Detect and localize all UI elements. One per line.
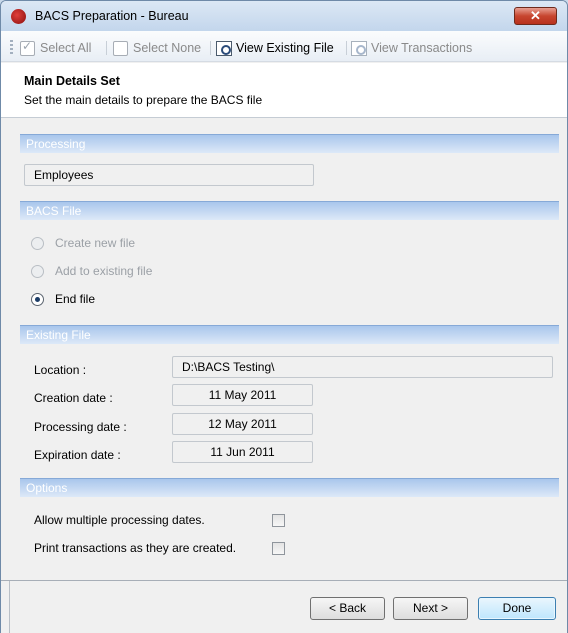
section-options: Options: [20, 478, 559, 497]
document-magnifier-icon: [351, 40, 367, 56]
close-button[interactable]: ✕: [514, 7, 557, 25]
section-bacs-file: BACS File: [20, 201, 559, 220]
location-label: Location :: [34, 363, 87, 377]
header-divider: [1, 117, 567, 118]
view-existing-file-button[interactable]: View Existing File: [216, 40, 334, 56]
creation-date-field: 11 May 2011: [172, 384, 313, 406]
radio-button[interactable]: [31, 236, 44, 250]
toolbar-separator: [346, 41, 347, 55]
select-none-label: Select None: [133, 41, 202, 55]
page-title: Main Details Set: [24, 74, 120, 88]
toolbar-separator: [210, 41, 211, 55]
expiration-date-field: 11 Jun 2011: [172, 441, 313, 463]
location-field: D:\BACS Testing\: [172, 356, 553, 378]
creation-date-label: Creation date :: [34, 391, 113, 405]
page-subtitle: Set the main details to prepare the BACS…: [24, 93, 263, 107]
view-transactions-label: View Transactions: [371, 41, 473, 55]
allow-multiple-dates-label: Allow multiple processing dates.: [34, 513, 205, 527]
processing-field: Employees: [24, 164, 314, 186]
toolbar-separator: [106, 41, 107, 55]
app-icon: [11, 9, 26, 24]
radio-create-new-file[interactable]: Create new file: [31, 235, 135, 251]
back-button[interactable]: < Back: [310, 597, 385, 620]
expiration-date-label: Expiration date :: [34, 448, 121, 462]
page-header: Main Details Set Set the main details to…: [1, 63, 567, 117]
allow-multiple-dates-checkbox[interactable]: [272, 514, 285, 527]
next-button[interactable]: Next >: [393, 597, 468, 620]
view-transactions-button[interactable]: View Transactions: [351, 40, 472, 56]
footer-edge: [9, 581, 10, 633]
radio-label: Add to existing file: [55, 264, 153, 278]
toolbar: ✓ Select All Select None View Existing F…: [1, 31, 567, 62]
print-transactions-label: Print transactions as they are created.: [34, 541, 237, 555]
done-button[interactable]: Done: [478, 597, 556, 620]
close-icon: ✕: [530, 8, 541, 23]
processing-date-field: 12 May 2011: [172, 413, 313, 435]
radio-label: End file: [55, 292, 96, 306]
select-none-button[interactable]: Select None: [113, 40, 201, 56]
select-all-button[interactable]: ✓ Select All: [20, 39, 92, 56]
radio-button-selected[interactable]: [31, 292, 44, 306]
radio-label: Create new file: [55, 236, 136, 250]
radio-end-file[interactable]: End file: [31, 291, 95, 307]
section-processing: Processing: [20, 134, 559, 153]
radio-add-to-existing-file[interactable]: Add to existing file: [31, 263, 152, 279]
print-transactions-checkbox[interactable]: [272, 542, 285, 555]
window-title: BACS Preparation - Bureau: [35, 9, 189, 23]
select-all-label: Select All: [40, 41, 92, 55]
empty-checkbox-icon: [113, 40, 128, 56]
view-existing-file-label: View Existing File: [236, 41, 334, 55]
processing-date-label: Processing date :: [34, 420, 127, 434]
bacs-preparation-window: BACS Preparation - Bureau ✕ ✓ Select All…: [0, 0, 568, 633]
checkmark-icon: ✓: [20, 39, 35, 56]
section-existing-file: Existing File: [20, 325, 559, 344]
radio-button[interactable]: [31, 264, 44, 278]
title-bar[interactable]: BACS Preparation - Bureau ✕: [1, 1, 567, 31]
document-magnifier-icon: [216, 40, 232, 56]
toolbar-grip-icon[interactable]: [10, 40, 13, 54]
